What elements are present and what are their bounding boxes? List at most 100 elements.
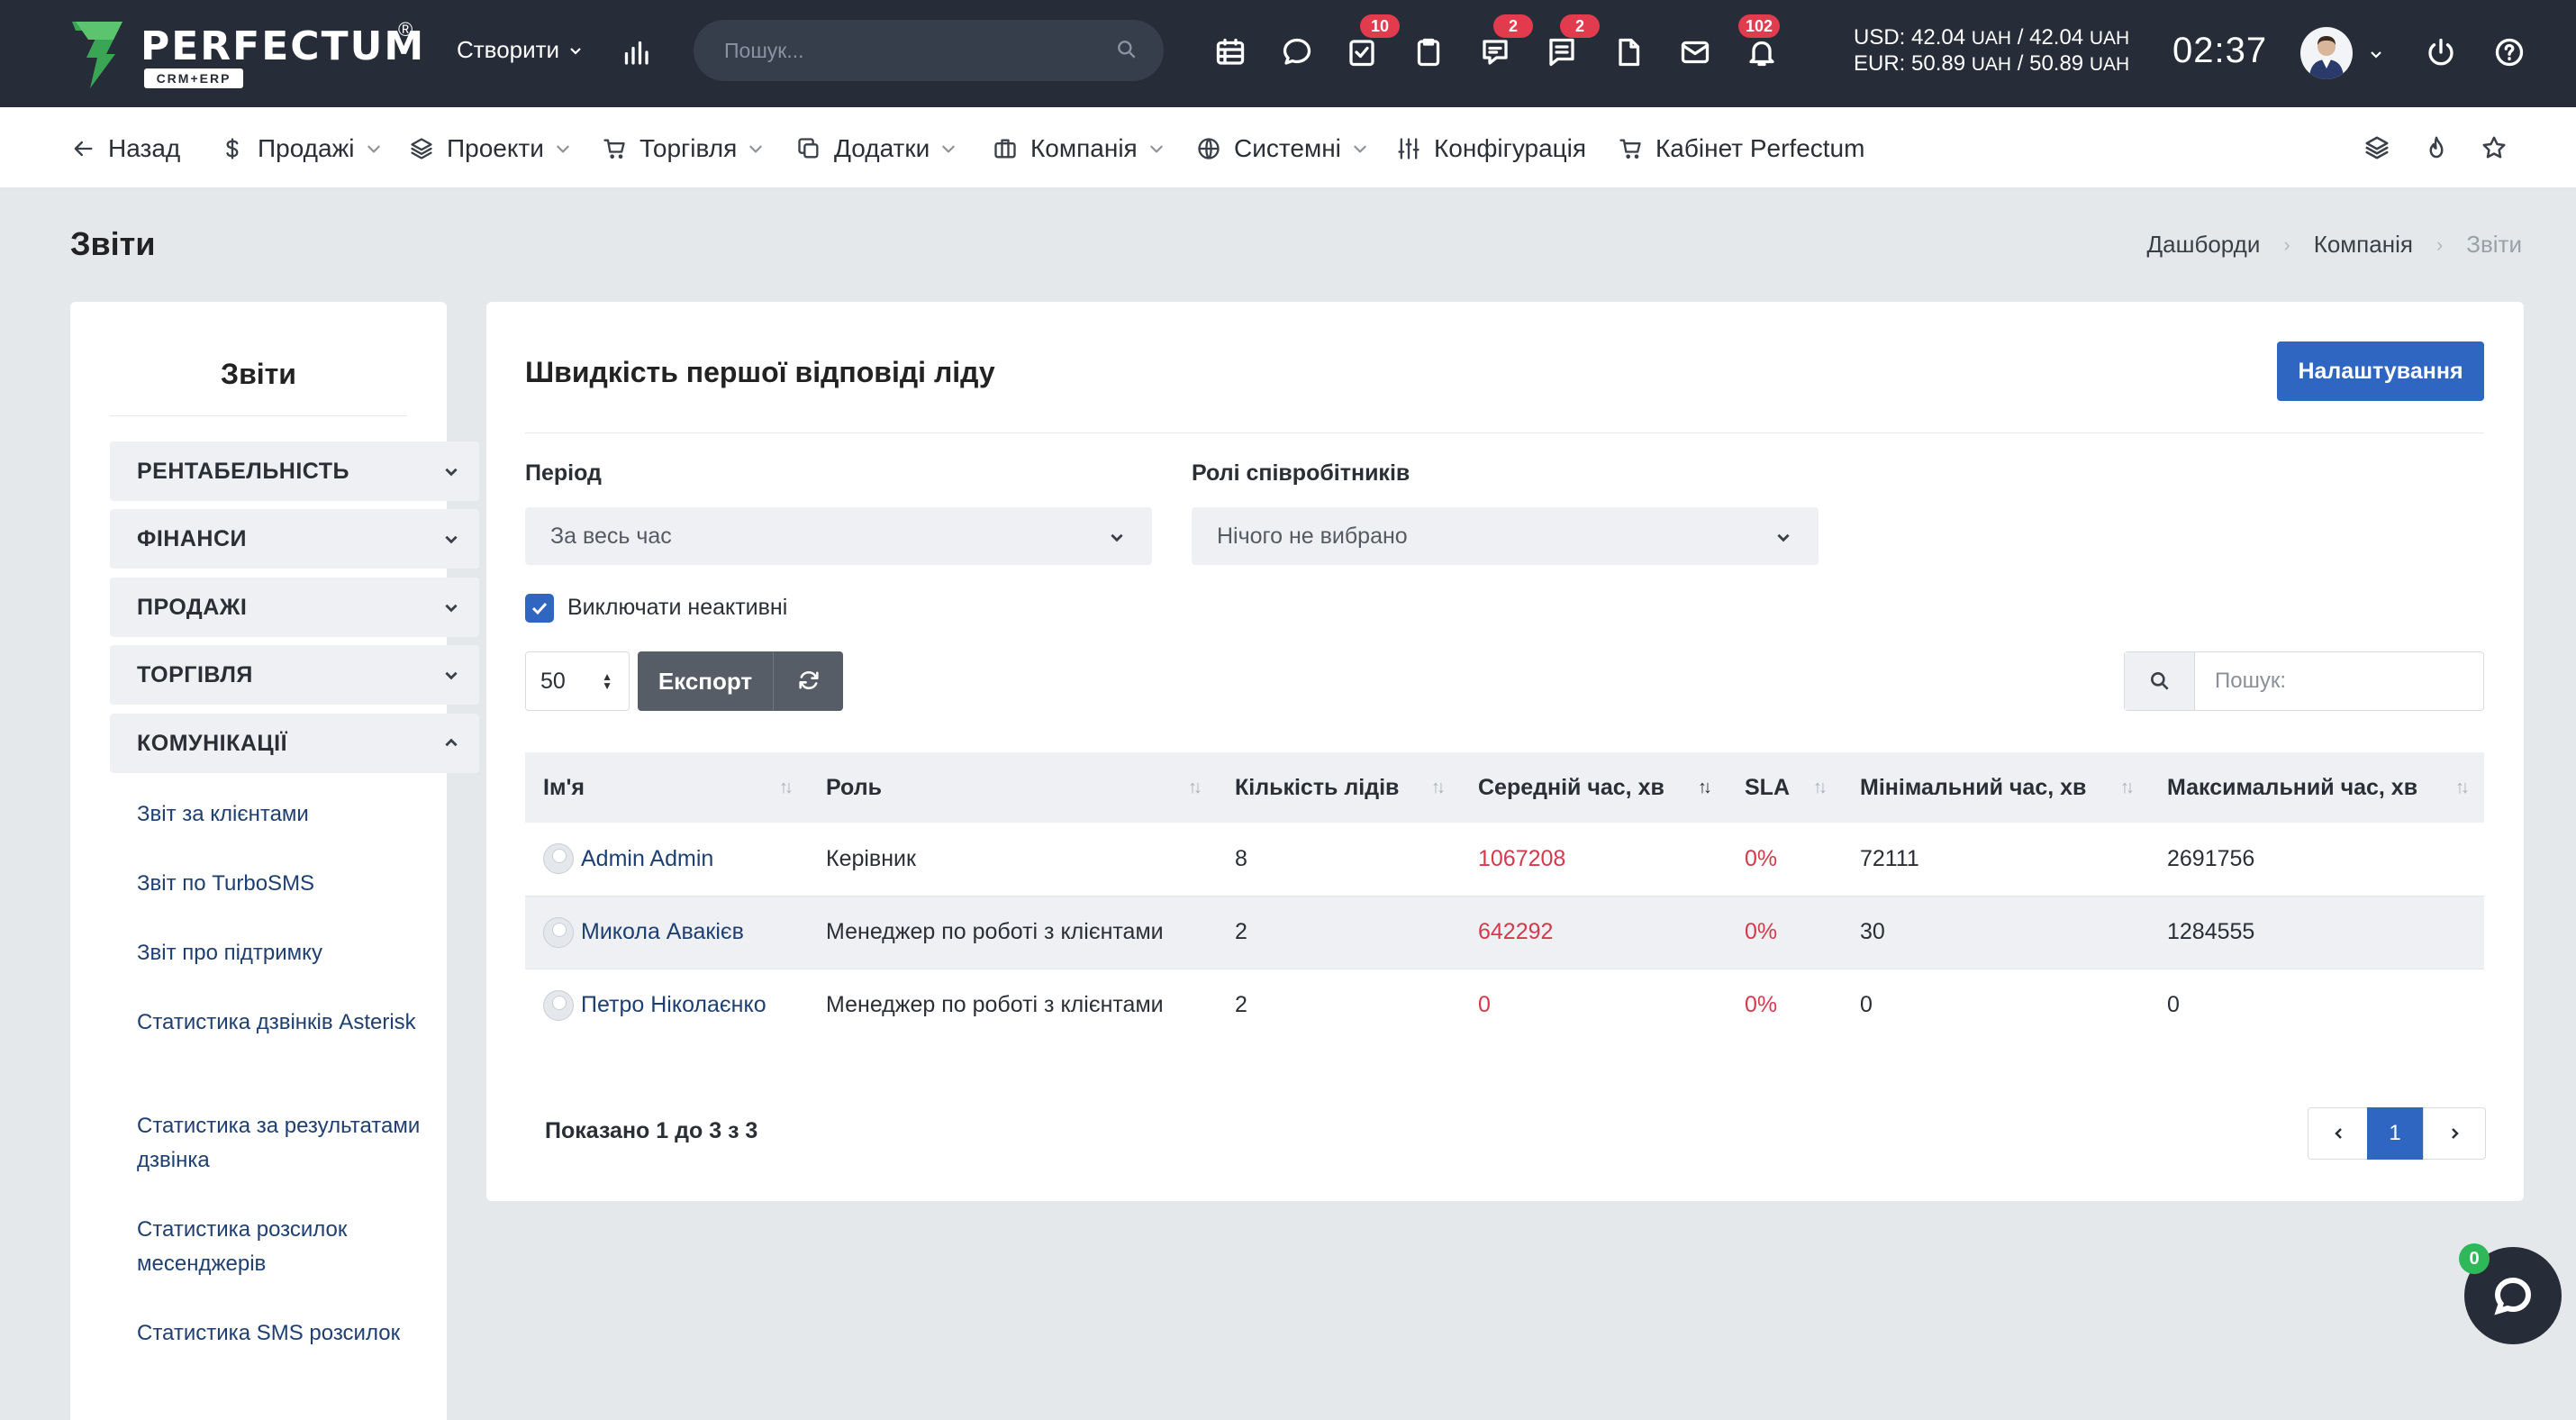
pagination-page-1[interactable]: 1 — [2367, 1107, 2423, 1160]
calendar-icon[interactable] — [1209, 31, 1252, 74]
column-header-sla[interactable]: SLA ↑↓ — [1727, 752, 1842, 823]
create-button-label: Створити — [457, 36, 560, 63]
leads-cell: 2 — [1235, 992, 1247, 1018]
comments-badge: 2 — [1560, 14, 1600, 38]
chat-bubble-icon — [2494, 1277, 2532, 1315]
refresh-button[interactable] — [773, 651, 843, 711]
nav-company[interactable]: Компанія — [993, 132, 1165, 165]
arrow-left-icon — [74, 141, 93, 157]
brand-logo[interactable]: PERFECTUM ® CRM+ERP — [70, 18, 431, 94]
top-search-input[interactable] — [724, 20, 1102, 81]
top-search[interactable] — [694, 20, 1164, 81]
employee-name-link[interactable]: Петро Ніколаєнко — [581, 992, 766, 1018]
exclude-inactive-checkbox[interactable] — [525, 594, 554, 623]
help-icon[interactable] — [2488, 31, 2531, 74]
sidebar-group-finance[interactable]: ФІНАНСИ — [110, 509, 479, 569]
star-icon[interactable] — [2481, 134, 2511, 165]
fire-icon[interactable] — [2423, 134, 2454, 165]
nav-back[interactable]: Назад — [70, 132, 180, 165]
clipboard-icon[interactable] — [1407, 31, 1450, 74]
avatar — [543, 916, 574, 948]
globe-icon — [1198, 138, 1220, 159]
nav-addons[interactable]: Додатки — [796, 132, 957, 165]
notifications-badge: 102 — [1738, 14, 1781, 38]
sort-icon: ↑↓ — [1813, 778, 1828, 797]
employee-name-link[interactable]: Микола Авакієв — [581, 919, 744, 945]
sidebar-group-sales[interactable]: ПРОДАЖІ — [110, 578, 479, 637]
sidebar-group-profitability[interactable]: РЕНТАБЕЛЬНІСТЬ — [110, 441, 479, 501]
period-select[interactable]: За весь час — [525, 507, 1152, 565]
sort-icon: ↑↓ — [1431, 778, 1446, 797]
nav-trade[interactable]: Торгівля — [602, 132, 764, 165]
check-icon — [531, 602, 548, 615]
tasks-icon[interactable]: 10 — [1340, 14, 1400, 74]
bell-icon[interactable]: 102 — [1738, 14, 1783, 74]
chevron-down-icon — [445, 604, 458, 613]
document-icon[interactable] — [1607, 31, 1650, 74]
nav-projects[interactable]: Проекти — [409, 132, 571, 165]
brand-registered-mark: ® — [398, 18, 413, 41]
pagination-prev[interactable] — [2308, 1107, 2371, 1160]
chat-bubble-icon[interactable] — [1275, 31, 1319, 74]
sidebar-link-sms-stats[interactable]: Статистика SMS розсилок — [137, 1316, 425, 1351]
table-row: Петро Ніколаєнко Менеджер по роботі з кл… — [525, 969, 2484, 1042]
user-avatar[interactable] — [2300, 27, 2353, 79]
search-icon — [1118, 41, 1136, 59]
bar-chart-icon[interactable] — [614, 31, 658, 74]
nav-cabinet[interactable]: Кабінет Perfectum — [1618, 132, 1864, 165]
breadcrumb-company[interactable]: Компанія — [2314, 231, 2413, 259]
briefcase-icon — [994, 139, 1016, 159]
column-header-max-time[interactable]: Максимальний час, хв ↑↓ — [2149, 752, 2484, 823]
column-header-role[interactable]: Роль ↑↓ — [808, 752, 1217, 823]
sidebar-group-communications[interactable]: КОМУНІКАЦІЇ — [110, 714, 479, 773]
role-cell: Менеджер по роботі з клієнтами — [826, 919, 1164, 944]
top-bar: PERFECTUM ® CRM+ERP Створити 10 2 2 — [0, 0, 2576, 107]
roles-select[interactable]: Нічого не вибрано — [1192, 507, 1819, 565]
column-header-avg-time[interactable]: Середній час, хв ↑↓ — [1460, 752, 1727, 823]
sidebar-group-label: ФІНАНСИ — [137, 525, 247, 551]
sidebar-link-clients-report[interactable]: Звіт за клієнтами — [137, 797, 425, 832]
settings-button[interactable]: Налаштування — [2277, 341, 2484, 401]
logo-mark-icon — [72, 22, 122, 88]
user-menu-chevron-icon[interactable] — [2369, 47, 2383, 61]
search-icon — [2125, 652, 2195, 710]
sidebar-link-messenger-stats[interactable]: Статистика розсилок месенджерів — [137, 1213, 425, 1281]
avg-time-cell: 1067208 — [1478, 845, 1566, 871]
nav-config[interactable]: Конфігурація — [1396, 132, 1586, 165]
refresh-icon — [798, 670, 819, 689]
period-label: Період — [525, 460, 602, 486]
pagination-next[interactable] — [2423, 1107, 2486, 1160]
sidebar-link-call-results-stats[interactable]: Статистика за результатами дзвінка — [137, 1109, 425, 1178]
chevron-down-icon — [445, 535, 458, 544]
column-header-min-time[interactable]: Мінімальний час, хв ↑↓ — [1842, 752, 2149, 823]
sidebar-link-turbosms-report[interactable]: Звіт по TurboSMS — [137, 867, 425, 901]
power-icon[interactable] — [2419, 31, 2463, 74]
employee-name-link[interactable]: Admin Admin — [581, 846, 713, 872]
report-table: Ім'я ↑↓ Роль ↑↓ Кількість лідів ↑↓ Середній… — [525, 752, 2484, 1042]
mail-icon[interactable] — [1673, 31, 1717, 74]
page-length-value: 50 — [540, 669, 566, 694]
comments-icon[interactable]: 2 — [1540, 14, 1600, 74]
sidebar-link-support-report[interactable]: Звіт про підтримку — [137, 936, 425, 970]
nav-trade-label: Торгівля — [639, 134, 738, 162]
page-length-select[interactable]: 50 ▲ ▼ — [525, 651, 630, 711]
column-header-leads[interactable]: Кількість лідів ↑↓ — [1217, 752, 1460, 823]
sidebar-link-asterisk-stats[interactable]: Статистика дзвінків Asterisk — [137, 1006, 425, 1040]
chevron-down-icon — [1111, 533, 1123, 542]
breadcrumb-dashboards[interactable]: Дашборди — [2147, 231, 2261, 259]
exclude-inactive-label[interactable]: Виключати неактивні — [567, 595, 787, 621]
create-button[interactable]: Створити — [457, 36, 583, 64]
table-search[interactable] — [2124, 651, 2484, 711]
nav-system[interactable]: Системні — [1196, 132, 1368, 165]
column-header-name[interactable]: Ім'я ↑↓ — [525, 752, 808, 823]
roles-select-value: Нічого не вибрано — [1217, 523, 1408, 549]
chat-widget-button[interactable]: 0 — [2459, 1243, 2562, 1344]
nav-sales[interactable]: Продажі — [220, 132, 382, 165]
sidebar-group-trade[interactable]: ТОРГІВЛЯ — [110, 645, 479, 705]
table-search-input[interactable] — [2215, 652, 2476, 710]
layers-icon[interactable] — [2363, 134, 2394, 165]
table-row: Микола Авакієв Менеджер по роботі з кліє… — [525, 896, 2484, 969]
export-button[interactable]: Експорт — [638, 651, 773, 711]
chat-icon[interactable]: 2 — [1474, 14, 1533, 74]
avatar — [543, 843, 574, 875]
